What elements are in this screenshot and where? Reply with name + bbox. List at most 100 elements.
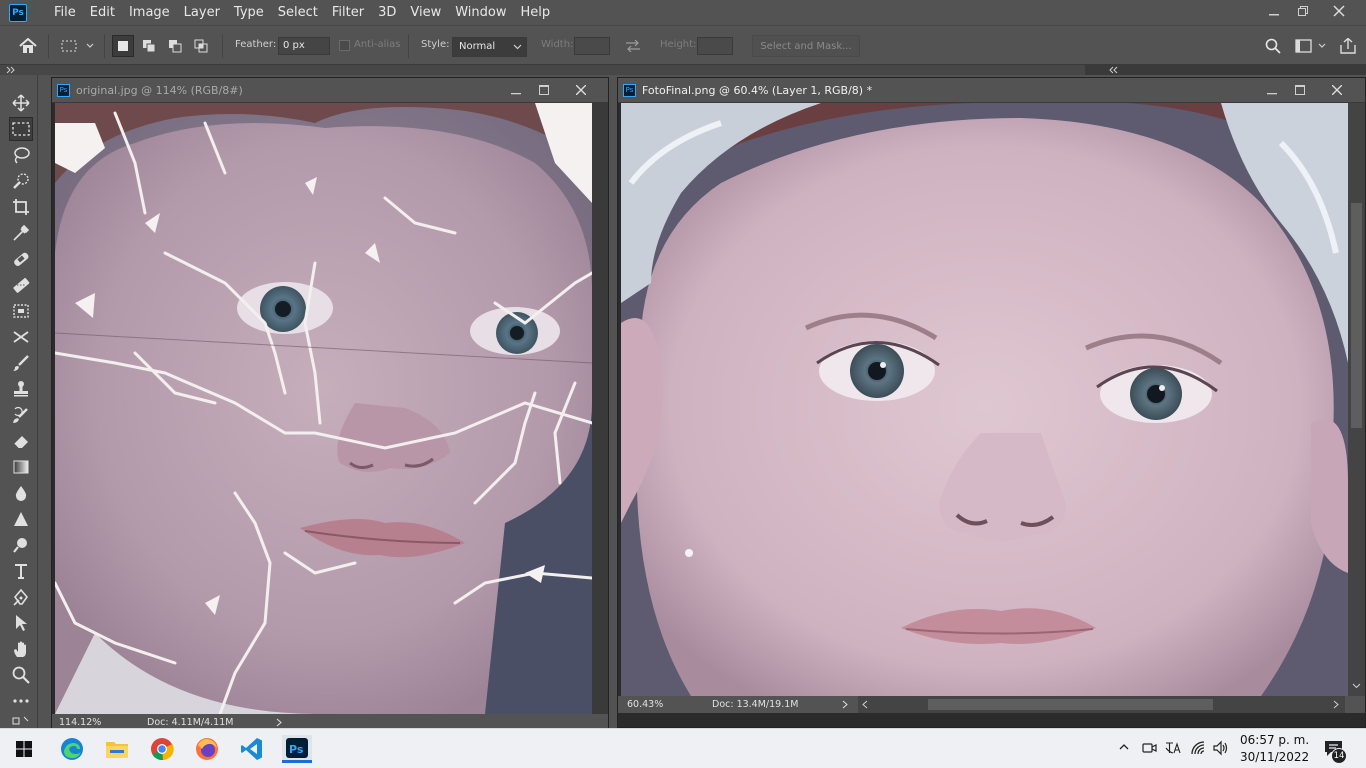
select-and-mask-button[interactable]: Select and Mask... xyxy=(752,35,860,57)
zoom-level[interactable]: 114.12% xyxy=(59,717,101,728)
blur-tool-icon[interactable] xyxy=(9,481,33,505)
menu-filter[interactable]: Filter xyxy=(325,0,371,25)
height-input[interactable] xyxy=(697,37,733,55)
canvas-original-photo[interactable] xyxy=(55,103,592,714)
collapse-panels-icon[interactable] xyxy=(1109,66,1119,74)
menu-view[interactable]: View xyxy=(403,0,448,25)
content-aware-tool-icon[interactable] xyxy=(9,299,33,323)
share-icon[interactable] xyxy=(1338,36,1358,56)
scroll-down-icon[interactable] xyxy=(1352,683,1361,689)
quick-select-tool-icon[interactable] xyxy=(9,169,33,193)
vertical-scrollbar[interactable] xyxy=(1348,103,1365,696)
volume-icon[interactable] xyxy=(1212,740,1230,756)
photoshop-taskbar-icon[interactable]: Ps xyxy=(282,735,312,763)
antialias-checkbox[interactable] xyxy=(339,40,350,51)
document-title: original.jpg @ 114% (RGB/8#) xyxy=(76,83,243,97)
type-tool-icon[interactable] xyxy=(9,559,33,583)
more-tools-icon[interactable] xyxy=(9,689,33,713)
sharpen-tool-icon[interactable] xyxy=(9,507,33,531)
pen-tool-icon[interactable] xyxy=(9,585,33,609)
doc-close-button[interactable] xyxy=(1326,81,1348,99)
app-restore-button[interactable] xyxy=(1288,0,1318,22)
chevron-right-icon[interactable] xyxy=(842,700,848,709)
content-aware-move-tool-icon[interactable] xyxy=(9,325,33,349)
menu-layer[interactable]: Layer xyxy=(177,0,227,25)
document-tab-final[interactable]: Ps FotoFinal.png @ 60.4% (Layer 1, RGB/8… xyxy=(618,78,1365,103)
vscode-icon[interactable] xyxy=(237,735,267,763)
dodge-tool-icon[interactable] xyxy=(9,533,33,557)
input-language-icon[interactable] xyxy=(1164,740,1182,756)
default-colors-icon[interactable] xyxy=(9,715,33,727)
zoom-level[interactable]: 60.43% xyxy=(627,699,663,710)
edge-browser-icon[interactable] xyxy=(57,735,87,763)
document-tab-original[interactable]: Ps original.jpg @ 114% (RGB/8#) xyxy=(52,78,608,103)
menu-image[interactable]: Image xyxy=(122,0,177,25)
intersect-selection-icon[interactable] xyxy=(190,35,212,57)
file-explorer-icon[interactable] xyxy=(102,735,132,763)
marquee-tool-icon[interactable] xyxy=(9,117,33,141)
path-selection-tool-icon[interactable] xyxy=(9,611,33,635)
width-input[interactable] xyxy=(574,37,610,55)
scroll-right-icon[interactable] xyxy=(1333,700,1339,709)
doc-maximize-button[interactable] xyxy=(1289,81,1311,99)
menu-help[interactable]: Help xyxy=(514,0,558,25)
lasso-tool-icon[interactable] xyxy=(9,143,33,167)
marquee-preset-picker[interactable] xyxy=(58,36,98,56)
style-select[interactable]: Normal xyxy=(452,37,527,57)
history-brush-tool-icon[interactable] xyxy=(9,403,33,427)
doc-maximize-button[interactable] xyxy=(533,81,555,99)
hand-tool-icon[interactable] xyxy=(9,637,33,661)
menu-3d[interactable]: 3D xyxy=(371,0,403,25)
doc-close-button[interactable] xyxy=(570,81,592,99)
wifi-icon[interactable] xyxy=(1190,740,1208,756)
subtract-selection-icon[interactable] xyxy=(164,35,186,57)
eraser-tool-icon[interactable] xyxy=(9,429,33,453)
chrome-browser-icon[interactable] xyxy=(147,735,177,763)
workspace-switcher-icon[interactable] xyxy=(1292,37,1330,55)
brush-tool-icon[interactable] xyxy=(9,351,33,375)
move-tool-icon[interactable] xyxy=(9,91,33,115)
windows-start-icon[interactable] xyxy=(9,735,39,763)
firefox-browser-icon[interactable] xyxy=(192,735,222,763)
doc-minimize-button[interactable] xyxy=(505,81,527,99)
notification-center-icon[interactable]: 14 xyxy=(1323,738,1347,764)
chevron-down-icon xyxy=(513,44,522,50)
show-hidden-icons-icon[interactable] xyxy=(1119,743,1129,751)
canvas-restored-photo[interactable] xyxy=(621,103,1348,696)
app-close-button[interactable] xyxy=(1324,0,1354,22)
new-selection-icon[interactable] xyxy=(112,35,134,57)
style-value: Normal xyxy=(459,41,496,52)
tools-panel xyxy=(4,75,38,728)
expand-panels-icon[interactable] xyxy=(6,66,16,74)
menu-select[interactable]: Select xyxy=(271,0,325,25)
menu-edit[interactable]: Edit xyxy=(83,0,122,25)
chevron-right-icon[interactable] xyxy=(276,718,282,727)
add-to-selection-icon[interactable] xyxy=(138,35,160,57)
doc-size: Doc: 13.4M/19.1M xyxy=(712,699,799,710)
menu-type[interactable]: Type xyxy=(227,0,271,25)
system-clock[interactable]: 06:57 p. m. 30/11/2022 xyxy=(1240,732,1309,766)
width-label: Width: xyxy=(541,39,574,50)
scroll-left-icon[interactable] xyxy=(862,700,868,709)
swap-dimensions-icon[interactable] xyxy=(624,38,642,54)
meet-now-icon[interactable] xyxy=(1141,740,1157,756)
vertical-scrollbar[interactable] xyxy=(592,103,608,714)
zoom-tool-icon[interactable] xyxy=(9,663,33,687)
doc-minimize-button[interactable] xyxy=(1261,81,1283,99)
menu-bar: Ps File Edit Image Layer Type Select Fil… xyxy=(0,0,1366,25)
patch-tool-icon[interactable] xyxy=(9,273,33,297)
clone-stamp-tool-icon[interactable] xyxy=(9,377,33,401)
eyedropper-tool-icon[interactable] xyxy=(9,221,33,245)
app-minimize-button[interactable] xyxy=(1259,0,1289,22)
healing-brush-tool-icon[interactable] xyxy=(9,247,33,271)
gradient-tool-icon[interactable] xyxy=(9,455,33,479)
menu-file[interactable]: File xyxy=(47,0,83,25)
feather-input[interactable]: 0 px xyxy=(278,37,330,55)
ps-document-icon: Ps xyxy=(623,83,636,97)
crop-tool-icon[interactable] xyxy=(9,195,33,219)
menu-window[interactable]: Window xyxy=(448,0,513,25)
svg-text:Ps: Ps xyxy=(289,743,304,756)
search-icon[interactable] xyxy=(1263,37,1283,55)
home-icon[interactable] xyxy=(17,36,39,56)
horizontal-scrollbar[interactable] xyxy=(858,696,1345,713)
